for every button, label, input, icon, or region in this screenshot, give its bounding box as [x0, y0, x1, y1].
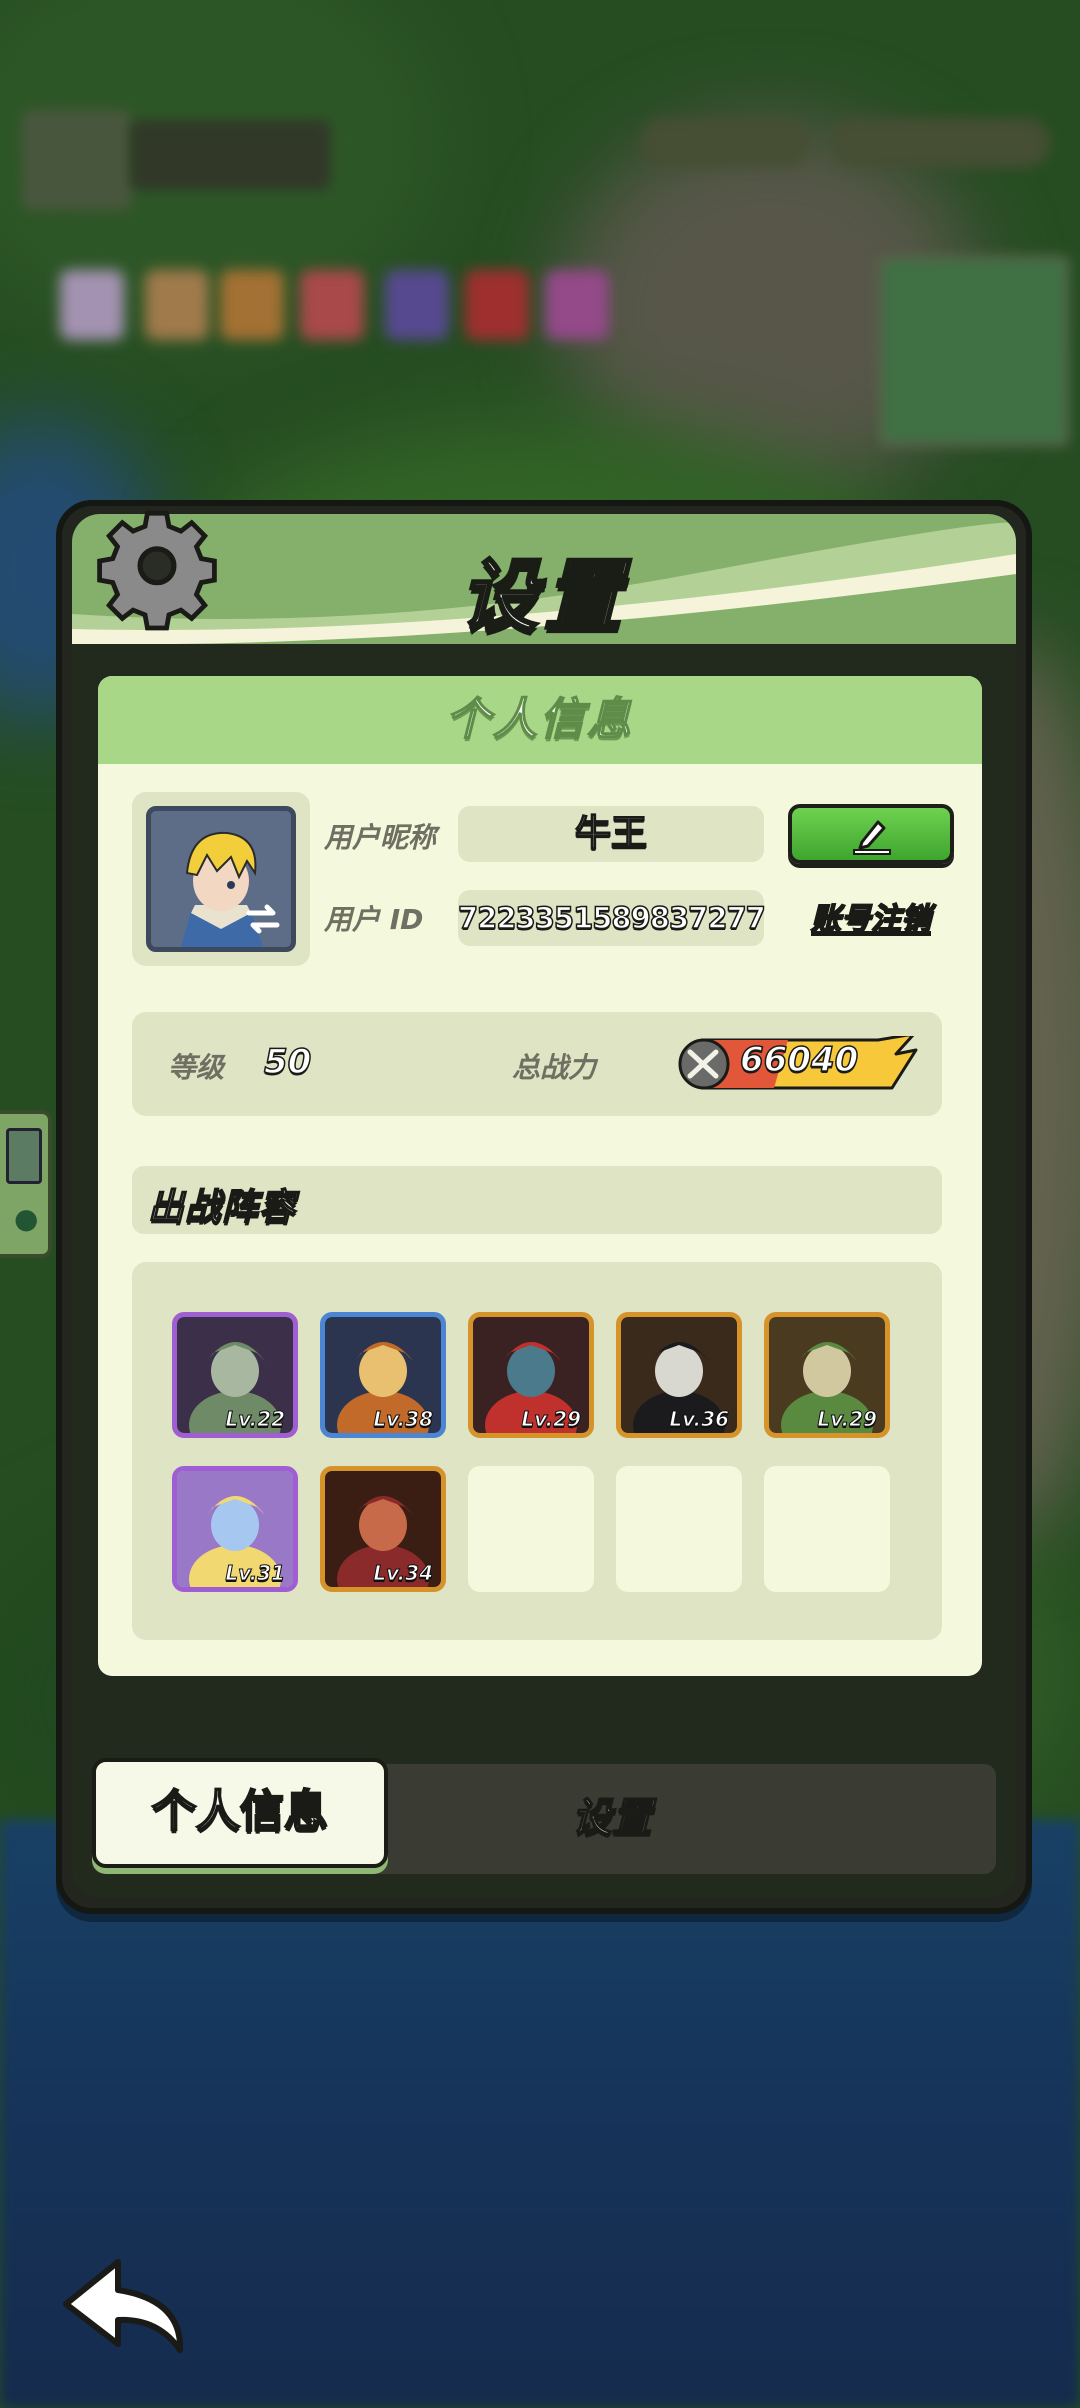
cancel-account-link[interactable]: 账号注销: [788, 894, 954, 938]
empty-hero-slot[interactable]: [468, 1466, 594, 1592]
side-map-widget[interactable]: ●: [0, 1110, 52, 1258]
empty-hero-slot[interactable]: [616, 1466, 742, 1592]
hero-slot[interactable]: Lv.34: [320, 1466, 446, 1592]
nickname-label: 用户昵称: [324, 821, 437, 854]
hero-level: Lv.34: [373, 1561, 434, 1586]
personal-info-card: 个人信息 用户昵称 牛王 用户 ID 7223351589837277 账号注销…: [98, 676, 982, 1676]
tab-personal-info[interactable]: 个人信息: [92, 1758, 388, 1868]
hero-slot[interactable]: Lv.29: [764, 1312, 890, 1438]
avatar[interactable]: [146, 806, 296, 952]
nickname-field: 牛王: [458, 806, 764, 862]
hero-slot[interactable]: Lv.31: [172, 1466, 298, 1592]
settings-panel: 设置 个人信息 用户昵称 牛王 用户 ID 7223351589837277 账…: [56, 500, 1032, 1914]
hero-level: Lv.29: [817, 1407, 878, 1432]
hero-level: Lv.38: [373, 1407, 434, 1432]
hero-level: Lv.31: [225, 1561, 286, 1586]
hero-slot[interactable]: Lv.22: [172, 1312, 298, 1438]
pencil-icon: [853, 820, 891, 855]
tab-settings[interactable]: 设置: [462, 1768, 762, 1868]
power-label: 总战力: [512, 1051, 597, 1084]
lineup-title: 出战阵容: [147, 1186, 297, 1229]
back-arrow-icon[interactable]: [58, 2242, 198, 2362]
hero-slot[interactable]: Lv.38: [320, 1312, 446, 1438]
card-title: 个人信息: [98, 676, 982, 764]
avatar-frame: [132, 792, 310, 966]
userid-field: 7223351589837277: [457, 890, 767, 946]
level-value: 50: [263, 1041, 312, 1083]
lineup-header: 出战阵容: [132, 1166, 942, 1234]
hero-level: Lv.22: [225, 1407, 286, 1432]
empty-hero-slot[interactable]: [764, 1466, 890, 1592]
hero-level: Lv.36: [669, 1407, 730, 1432]
userid-label: 用户 ID: [324, 903, 424, 936]
power-badge: 66040: [678, 1032, 918, 1092]
stats-row: 等级 50 总战力 66040: [132, 1012, 942, 1116]
lineup-grid: Lv.22 Lv.38 Lv.29 Lv.36 Lv.29 Lv.31 Lv.34: [132, 1262, 942, 1640]
power-value: 66040: [739, 1039, 859, 1081]
edit-nickname-button[interactable]: [788, 804, 954, 864]
swap-icon[interactable]: [243, 899, 283, 939]
gear-icon: [97, 510, 217, 631]
hero-level: Lv.29: [521, 1407, 582, 1432]
level-label: 等级: [168, 1051, 225, 1084]
hero-slot[interactable]: Lv.29: [468, 1312, 594, 1438]
hero-slot[interactable]: Lv.36: [616, 1312, 742, 1438]
